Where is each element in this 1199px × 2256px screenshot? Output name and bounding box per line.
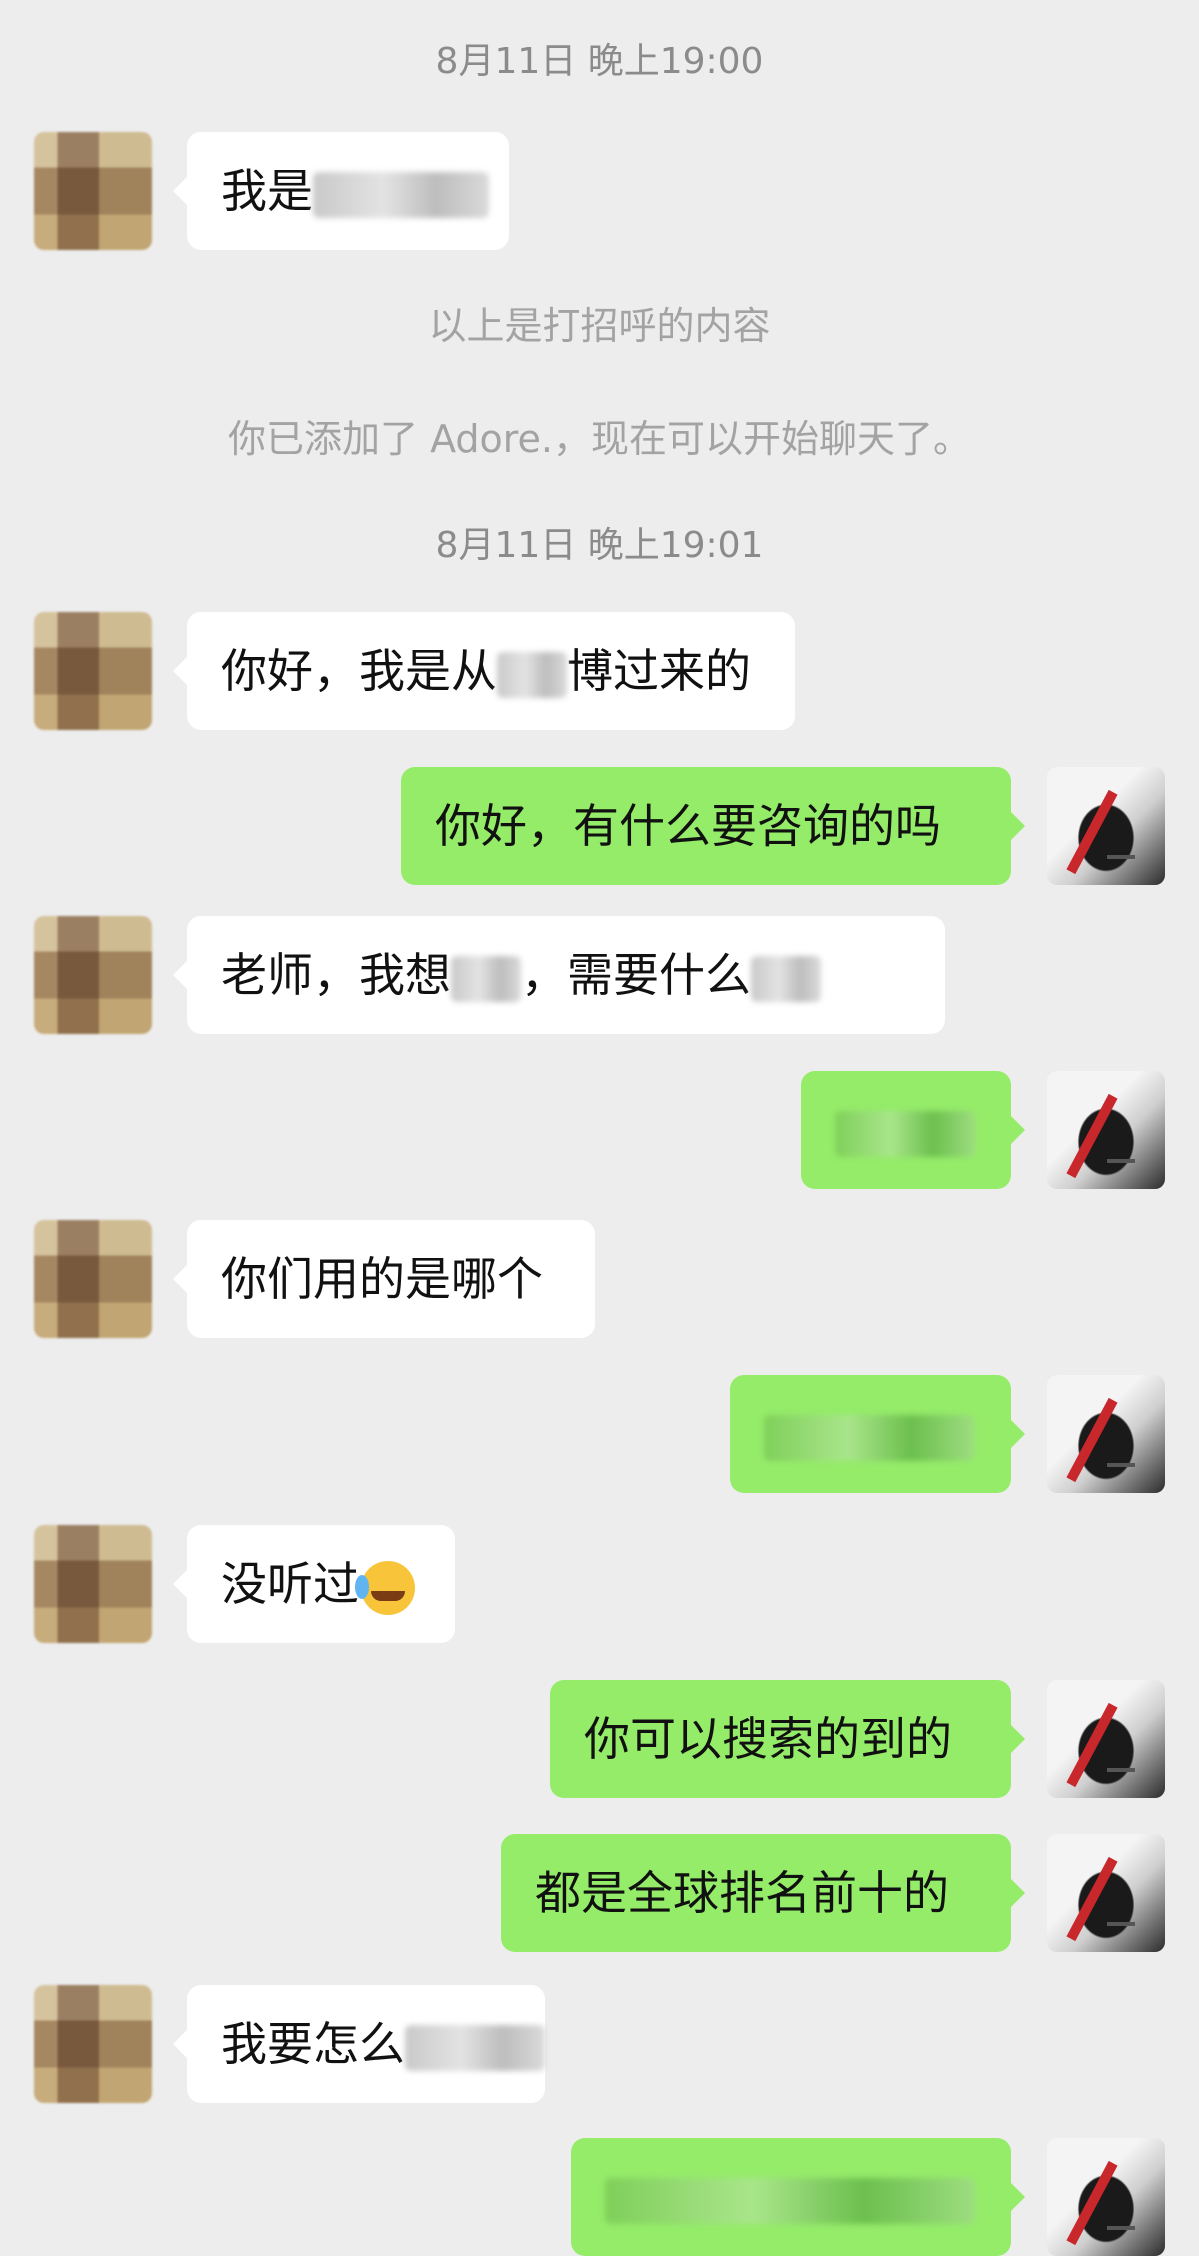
incoming-message-bubble[interactable]: 你们用的是哪个 xyxy=(173,1220,595,1338)
message-text: 都是全球排名前十的 xyxy=(535,1866,949,1920)
redaction-mask xyxy=(751,955,821,1002)
message-text: 博过来的 xyxy=(567,644,751,698)
my-avatar[interactable] xyxy=(1047,2138,1165,2256)
timestamp: 8月11日 晚上19:00 xyxy=(435,41,764,82)
my-avatar[interactable] xyxy=(1047,1375,1165,1493)
incoming-message-bubble[interactable]: 没听过 xyxy=(173,1525,455,1643)
redaction-mask xyxy=(451,955,521,1002)
incoming-message-bubble[interactable]: 我要怎么 xyxy=(173,1985,545,2103)
redaction-mask xyxy=(835,1110,975,1157)
message-text: 老师，我想 xyxy=(221,948,451,1002)
redaction-mask xyxy=(764,1414,974,1461)
redaction-mask xyxy=(313,171,489,218)
my-avatar[interactable] xyxy=(1047,1680,1165,1798)
message-text: 你好，我是从 xyxy=(221,644,497,698)
outgoing-message-bubble[interactable] xyxy=(730,1375,1025,1493)
contact-avatar[interactable] xyxy=(34,1220,152,1338)
my-avatar[interactable] xyxy=(1047,767,1165,885)
outgoing-message-bubble[interactable] xyxy=(801,1071,1025,1189)
outgoing-message-bubble[interactable]: 都是全球排名前十的 xyxy=(501,1834,1025,1952)
message-text: 我是 xyxy=(221,164,313,218)
message-text: 没听过 xyxy=(221,1557,359,1611)
incoming-message-bubble[interactable]: 你好，我是从 博过来的 xyxy=(173,612,795,730)
greeting-notice: 以上是打招呼的内容 xyxy=(428,304,771,348)
contact-avatar[interactable] xyxy=(34,916,152,1034)
outgoing-message-bubble[interactable] xyxy=(571,2138,1025,2256)
face-with-tears-of-joy-icon xyxy=(355,1560,415,1615)
redaction-mask xyxy=(497,651,567,698)
outgoing-message-bubble[interactable]: 你可以搜索的到的 xyxy=(550,1680,1025,1798)
message-text: 你可以搜索的到的 xyxy=(584,1712,952,1766)
friend-added-notice: 你已添加了 Adore.，现在可以开始聊天了。 xyxy=(227,417,972,461)
timestamp: 8月11日 晚上19:01 xyxy=(435,525,764,566)
contact-avatar[interactable] xyxy=(34,1525,152,1643)
incoming-message-bubble[interactable]: 老师，我想 ，需要什么 xyxy=(173,916,945,1034)
message-text: 你好，有什么要咨询的吗 xyxy=(435,799,941,853)
redaction-mask xyxy=(605,2177,975,2224)
my-avatar[interactable] xyxy=(1047,1834,1165,1952)
message-text: 你们用的是哪个 xyxy=(221,1252,543,1306)
contact-avatar[interactable] xyxy=(34,132,152,250)
contact-avatar[interactable] xyxy=(34,612,152,730)
message-text: ，需要什么 xyxy=(521,948,751,1002)
my-avatar[interactable] xyxy=(1047,1071,1165,1189)
outgoing-message-bubble[interactable]: 你好，有什么要咨询的吗 xyxy=(401,767,1025,885)
redaction-mask xyxy=(405,2024,545,2071)
contact-avatar[interactable] xyxy=(34,1985,152,2103)
incoming-message-bubble[interactable]: 我是 xyxy=(173,132,509,250)
message-text: 我要怎么 xyxy=(221,2017,405,2071)
